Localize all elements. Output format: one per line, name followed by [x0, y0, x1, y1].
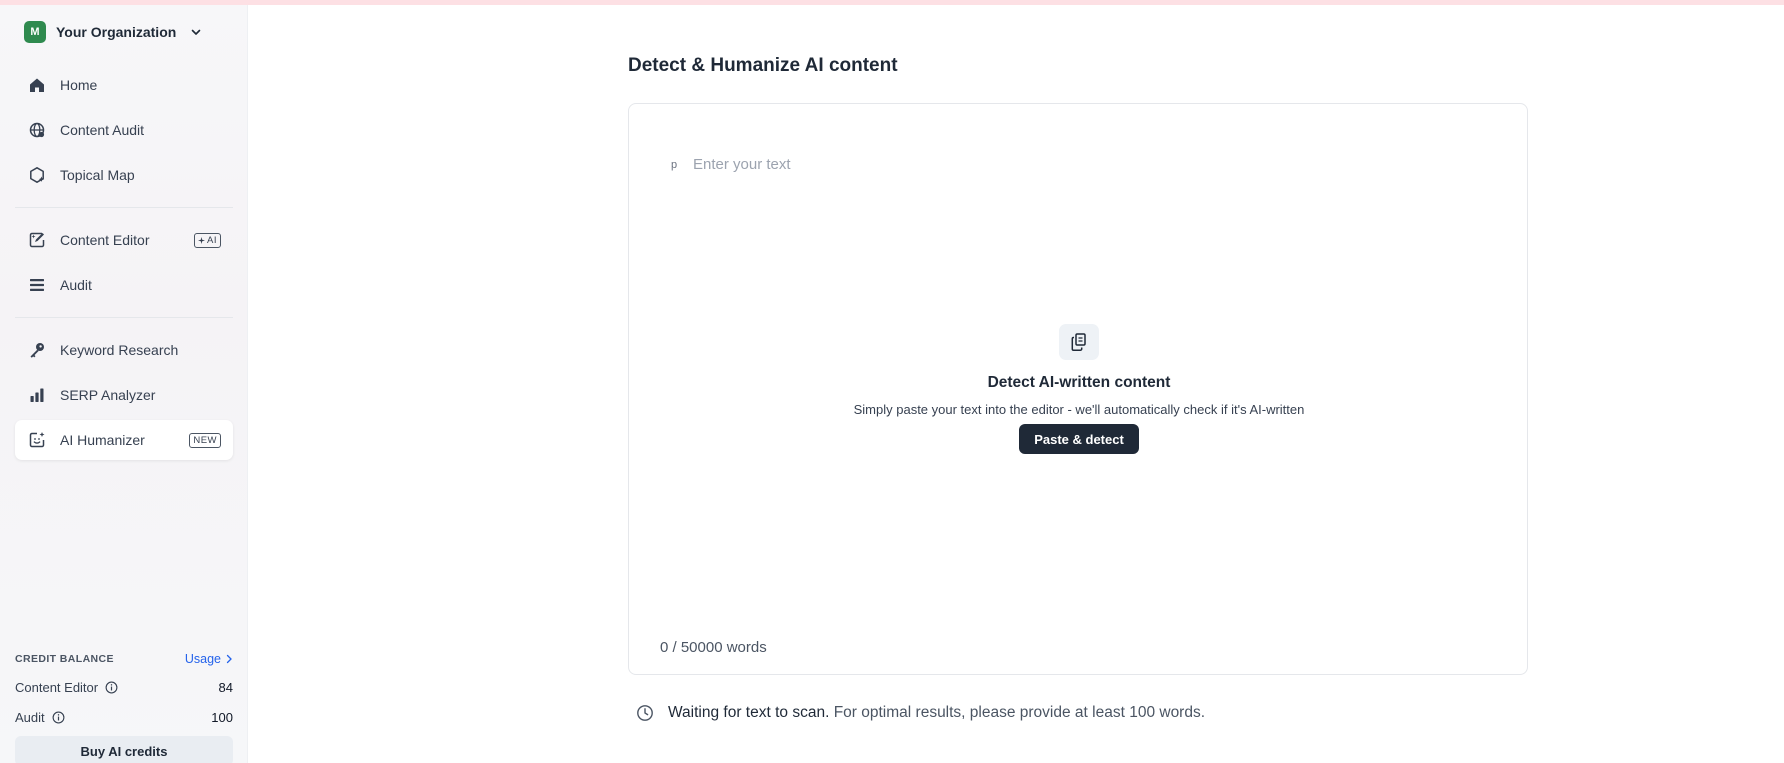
sidebar-item-topical-map[interactable]: Topical Map — [15, 155, 233, 195]
chevron-right-icon — [226, 654, 232, 664]
credit-row-value: 100 — [211, 710, 233, 725]
empty-state-description: Simply paste your text into the editor -… — [853, 402, 1305, 417]
info-icon[interactable] — [52, 711, 65, 724]
chevron-down-icon — [190, 26, 202, 38]
new-badge: NEW — [189, 432, 221, 448]
top-accent-bar — [0, 0, 1784, 5]
credit-row-label: Content Editor — [15, 680, 99, 695]
usage-link-label: Usage — [184, 652, 221, 666]
sidebar-divider — [15, 207, 233, 208]
sidebar-item-home[interactable]: Home — [15, 65, 233, 105]
org-name: Your Organization — [56, 24, 177, 40]
scan-status-detail: For optimal results, please provide at l… — [833, 704, 1206, 721]
sidebar-item-label: Audit — [60, 277, 92, 293]
org-switcher[interactable]: M Your Organization — [24, 21, 202, 43]
key-icon — [27, 340, 47, 360]
credit-row-value: 84 — [218, 680, 233, 695]
sidebar-item-keyword-research[interactable]: Keyword Research — [15, 330, 233, 370]
text-editor[interactable]: p Detect AI-written content Simply paste… — [628, 103, 1528, 675]
info-icon[interactable] — [105, 681, 118, 694]
org-avatar: M — [24, 21, 46, 43]
clock-icon — [637, 705, 653, 721]
credit-balance-title: CREDIT BALANCE — [15, 653, 114, 665]
paste-and-detect-button[interactable]: Paste & detect — [1019, 424, 1139, 454]
bar-chart-icon — [27, 385, 47, 405]
sidebar-item-audit[interactable]: Audit — [15, 265, 233, 305]
edit-sparkle-icon — [27, 230, 47, 250]
sidebar-item-label: Topical Map — [60, 167, 135, 183]
sidebar: M Your Organization Home Content Audit T… — [0, 5, 248, 763]
hexagon-sparkle-icon — [27, 165, 47, 185]
credit-row-content-editor: Content Editor 84 — [15, 680, 233, 695]
home-icon — [27, 75, 47, 95]
credit-row-audit: Audit 100 — [15, 710, 233, 725]
ai-badge-label: AI — [207, 234, 217, 246]
sparkle-icon — [198, 236, 206, 244]
sidebar-item-label: Home — [60, 77, 98, 93]
empty-state: Detect AI-written content Simply paste y… — [629, 324, 1529, 454]
word-count: 0 / 50000 words — [660, 639, 767, 656]
sidebar-item-label: Content Editor — [60, 232, 150, 248]
empty-state-title: Detect AI-written content — [987, 374, 1171, 391]
editor-text-input[interactable] — [693, 151, 1473, 177]
sidebar-item-label: SERP Analyzer — [60, 387, 156, 403]
clipboard-icon — [1059, 324, 1099, 360]
sidebar-item-label: Content Audit — [60, 122, 145, 138]
page-title: Detect & Humanize AI content — [628, 55, 898, 76]
credit-row-label: Audit — [15, 710, 45, 725]
list-icon — [27, 275, 47, 295]
buy-ai-credits-button[interactable]: Buy AI credits — [15, 736, 233, 763]
paragraph-marker: p — [671, 159, 678, 171]
sidebar-item-serp-analyzer[interactable]: SERP Analyzer — [15, 375, 233, 415]
scan-status: Waiting for text to scan. For optimal re… — [636, 704, 1205, 722]
sidebar-item-content-editor[interactable]: Content Editor AI — [15, 220, 233, 260]
sidebar-item-content-audit[interactable]: Content Audit — [15, 110, 233, 150]
credit-balance-header: CREDIT BALANCE Usage — [15, 652, 233, 666]
ai-badge: AI — [194, 232, 221, 248]
sidebar-item-ai-humanizer[interactable]: AI Humanizer NEW — [15, 420, 233, 460]
sidebar-item-label: AI Humanizer — [60, 432, 145, 448]
sidebar-item-label: Keyword Research — [60, 342, 179, 358]
humanizer-icon — [27, 430, 47, 450]
scan-status-strong: Waiting for text to scan. — [668, 704, 830, 721]
globe-icon — [27, 120, 47, 140]
sidebar-divider — [15, 317, 233, 318]
usage-link[interactable]: Usage — [185, 652, 233, 666]
